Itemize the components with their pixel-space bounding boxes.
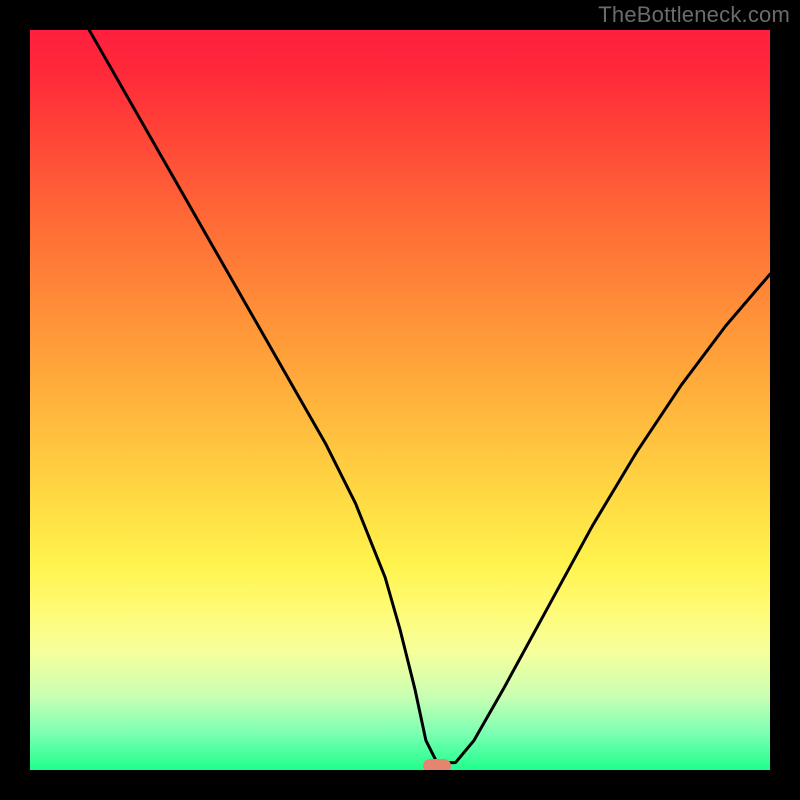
watermark-text: TheBottleneck.com bbox=[598, 2, 790, 28]
optimal-marker bbox=[423, 759, 451, 770]
bottleneck-curve bbox=[89, 30, 770, 763]
plot-area bbox=[30, 30, 770, 770]
chart-frame: TheBottleneck.com bbox=[0, 0, 800, 800]
curve-svg bbox=[30, 30, 770, 770]
